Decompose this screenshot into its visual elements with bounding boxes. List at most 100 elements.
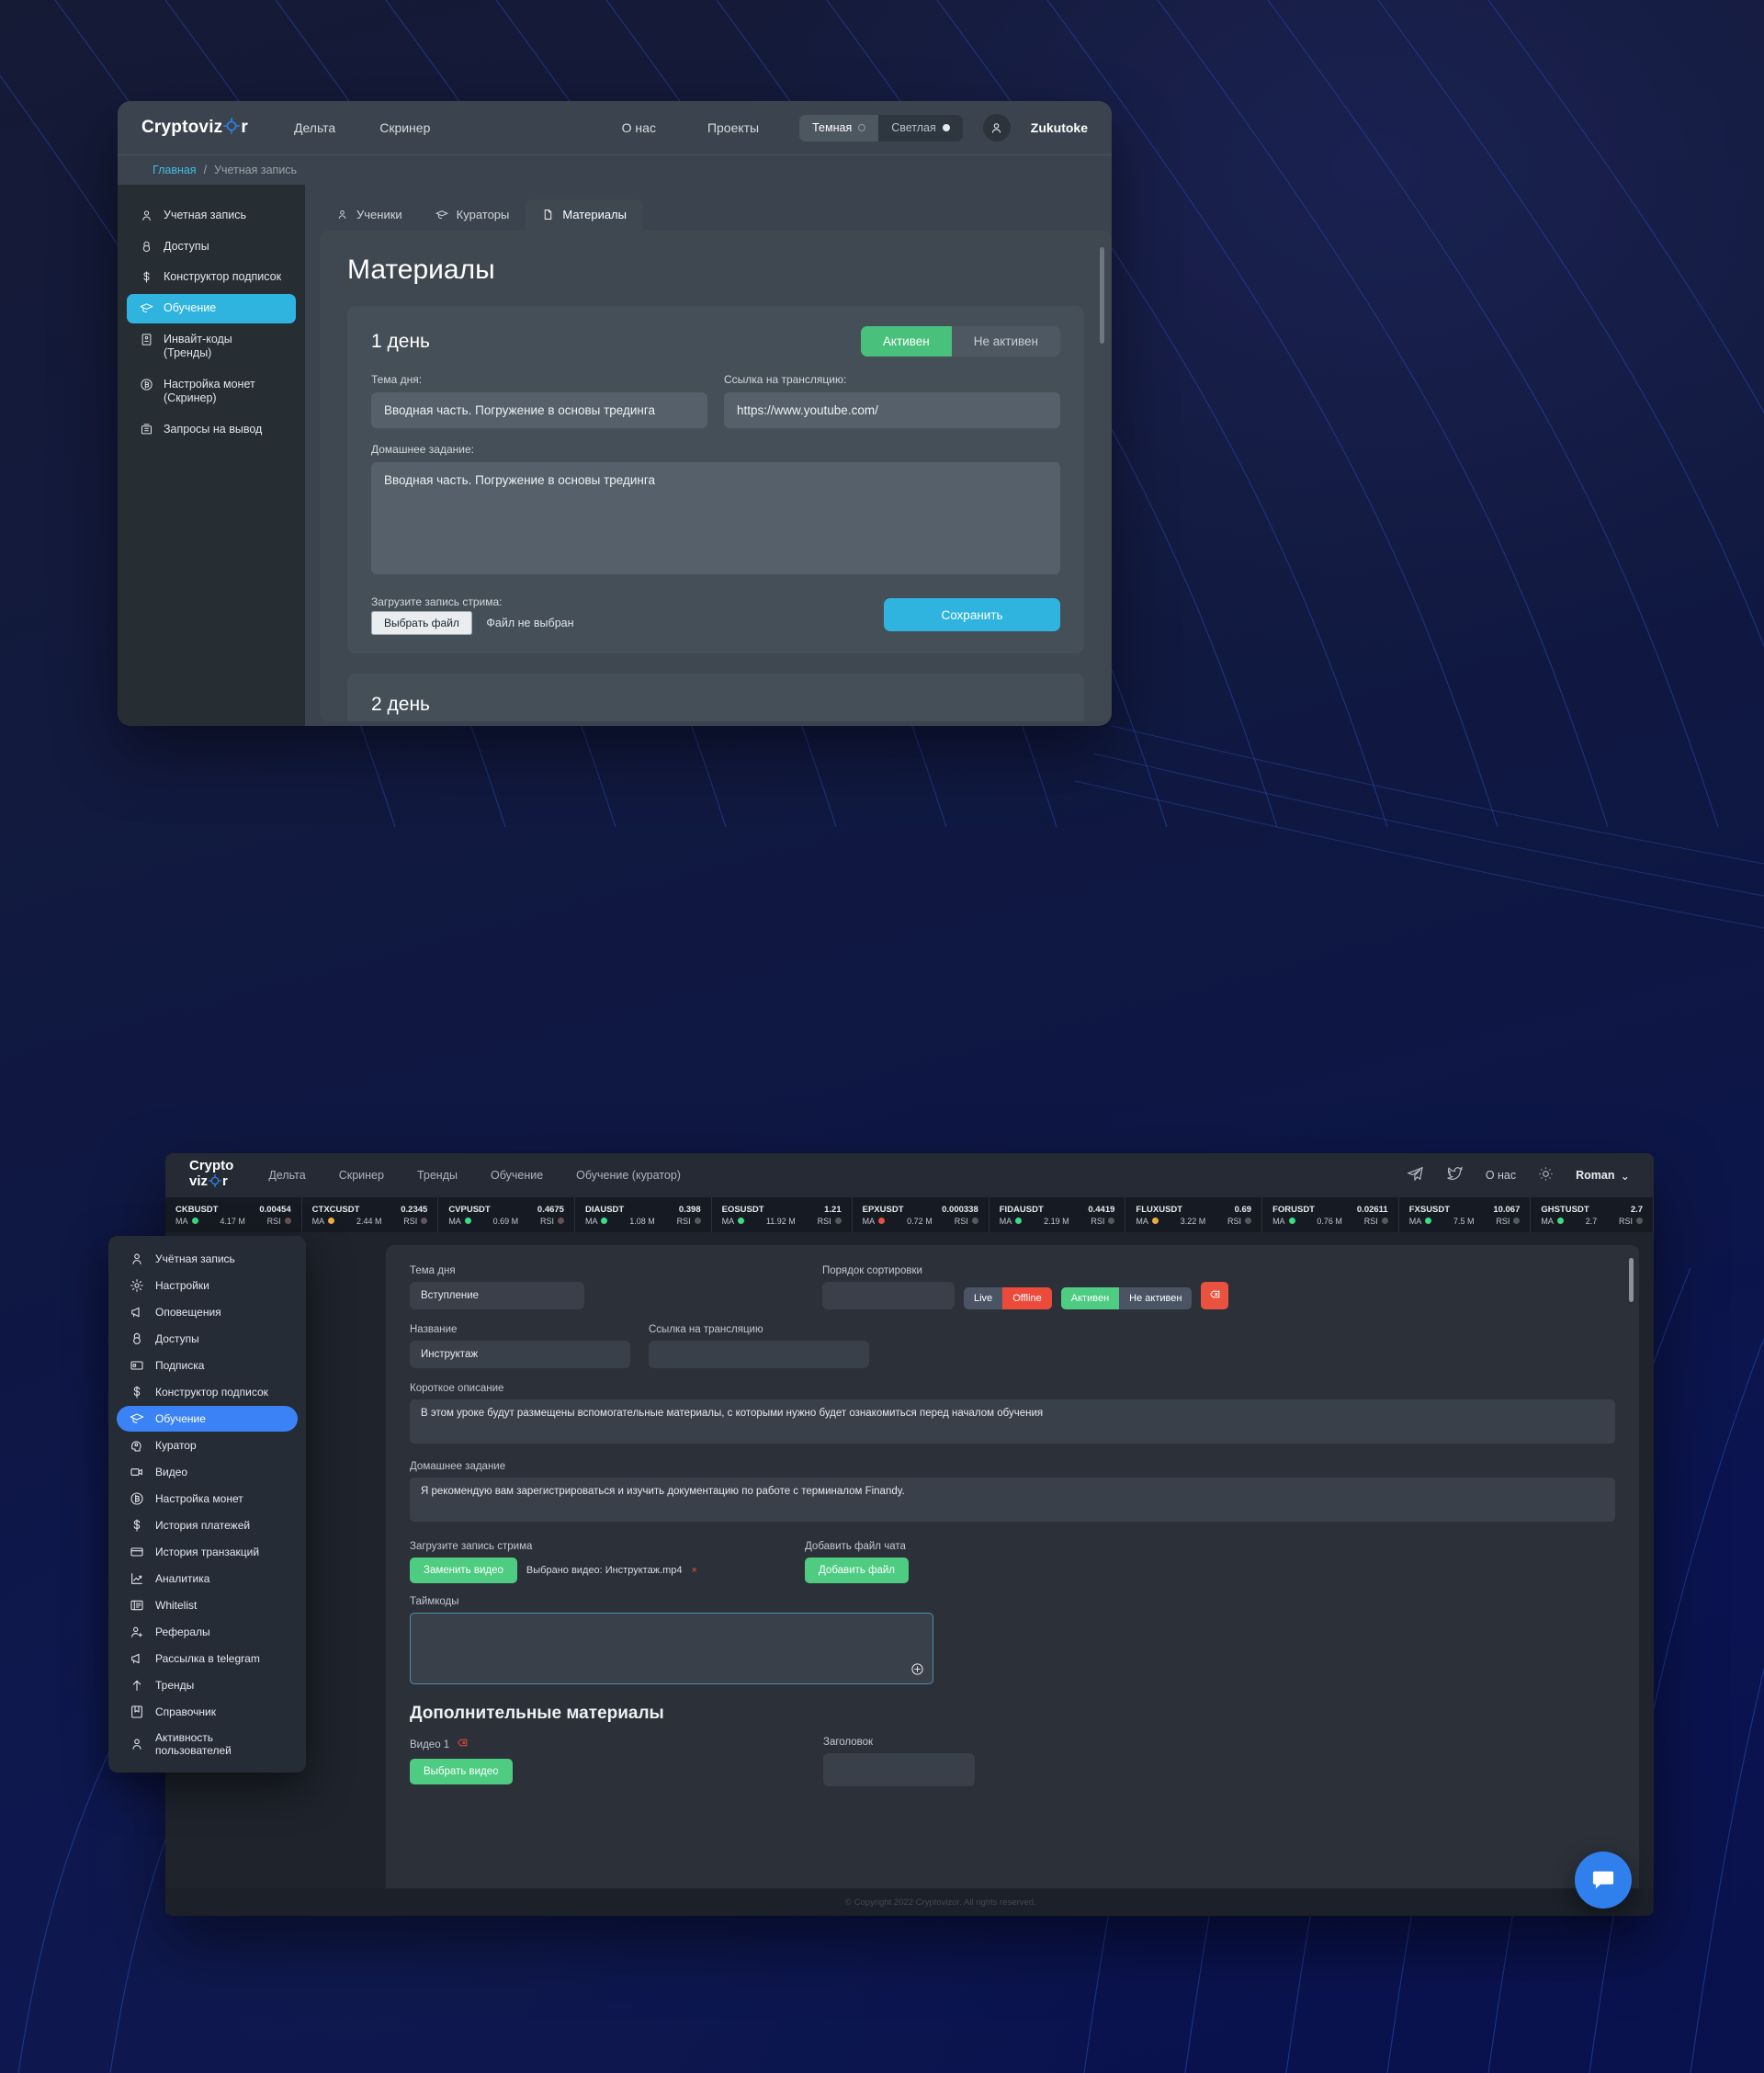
offline-button[interactable]: Offline <box>1002 1287 1052 1309</box>
tab-curators[interactable]: Кураторы <box>419 199 526 231</box>
ticker-item-9[interactable]: FORUSDT 0.02611 MA 0.76 M RSI <box>1262 1197 1399 1232</box>
ticker-volume: 3.22 M <box>1180 1216 1206 1226</box>
window2-nav-item-4[interactable]: Обучение <box>491 1169 543 1182</box>
panel-scrollbar[interactable] <box>1100 247 1104 344</box>
window2-sidebar-item-5[interactable]: Подписка <box>117 1353 298 1378</box>
day-1-status-inactive[interactable]: Не активен <box>951 326 1060 357</box>
nav-item-projects[interactable]: Проекты <box>707 120 759 135</box>
chat-widget-button[interactable] <box>1575 1852 1632 1909</box>
window2-nav-item-1[interactable]: Дельта <box>268 1169 305 1182</box>
ticker-item-10[interactable]: FXSUSDT 10.067 MA 7.5 M RSI <box>1399 1197 1532 1232</box>
theme-switch[interactable]: Темная Светлая <box>799 114 963 142</box>
window2-sidebar-item-7[interactable]: Обучение <box>117 1406 298 1432</box>
sidebar-item-1[interactable]: Учетная запись <box>127 201 296 231</box>
username-label[interactable]: Zukutoke <box>1031 120 1088 135</box>
window2-sidebar-item-12[interactable]: История транзакций <box>117 1539 298 1565</box>
video1-delete-icon[interactable] <box>457 1737 469 1753</box>
logo-cryptovizor[interactable]: Cryptoviz r <box>141 116 248 140</box>
sidebar-item-5[interactable]: Инвайт-коды (Тренды) <box>127 325 296 368</box>
telegram-icon[interactable] <box>1407 1165 1424 1185</box>
dollar-icon <box>143 271 150 283</box>
window2-sidebar-item-18[interactable]: Справочник <box>117 1699 298 1725</box>
window2-sidebar-item-3[interactable]: Оповещения <box>117 1299 298 1325</box>
window2-nav-item-2[interactable]: Скринер <box>339 1169 384 1182</box>
short-description-textarea[interactable]: В этом уроке будут размещены вспомогател… <box>410 1399 1615 1444</box>
ticker-item-2[interactable]: CTXCUSDT 0.2345 MA 2.44 M RSI <box>302 1197 439 1232</box>
window2-sidebar-item-15[interactable]: Рефералы <box>117 1619 298 1645</box>
panel2-scrollbar[interactable] <box>1629 1258 1634 1302</box>
sidebar-item-7[interactable]: Запросы на вывод <box>127 415 296 445</box>
ticker-item-8[interactable]: FLUXUSDT 0.69 MA 3.22 M RSI <box>1125 1197 1263 1232</box>
ticker-item-6[interactable]: EPXUSDT 0.000338 MA 0.72 M RSI <box>853 1197 989 1232</box>
replace-video-button[interactable]: Заменить видео <box>410 1558 517 1583</box>
window2-sidebar-item-19[interactable]: Активность пользователей <box>117 1726 298 1762</box>
window2-sidebar-item-14[interactable]: Whitelist <box>117 1592 298 1618</box>
window2-sidebar-item-6[interactable]: Конструктор подписок <box>117 1379 298 1405</box>
sort-order-input[interactable] <box>822 1282 955 1309</box>
day-1-stream-input[interactable] <box>724 392 1060 428</box>
tab-materials[interactable]: Материалы <box>526 199 643 231</box>
status-active-button[interactable]: Активен <box>1060 1287 1120 1309</box>
nav-item-about[interactable]: О нас <box>622 120 656 135</box>
ticker-item-4[interactable]: DIAUSDT 0.398 MA 1.08 M RSI <box>575 1197 712 1232</box>
active-status-switch[interactable]: Активен Не активен <box>1060 1287 1193 1309</box>
window2-sidebar-item-2[interactable]: Настройки <box>117 1273 298 1298</box>
day-1-choose-file-button[interactable]: Выбрать файл <box>371 611 472 635</box>
breadcrumb-home[interactable]: Главная <box>153 164 197 176</box>
ticker-item-3[interactable]: CVPUSDT 0.4675 MA 0.69 M RSI <box>438 1197 575 1232</box>
gear-icon <box>130 1279 143 1292</box>
ticker-item-7[interactable]: FIDAUSDT 0.4419 MA 2.19 M RSI <box>989 1197 1126 1232</box>
stream-link-input[interactable] <box>649 1341 869 1368</box>
window2-nav-item-5[interactable]: Обучение (куратор) <box>576 1169 681 1182</box>
sidebar-item-4[interactable]: Обучение <box>127 293 296 323</box>
timecode-add-icon[interactable] <box>910 1662 924 1681</box>
window2-sidebar-item-17[interactable]: Тренды <box>117 1672 298 1698</box>
about-link-2[interactable]: О нас <box>1486 1169 1516 1182</box>
day-1-status-active[interactable]: Активен <box>860 326 952 357</box>
heading-input[interactable] <box>823 1753 975 1786</box>
day-1-homework-textarea[interactable]: Вводная часть. Погружение в основы треди… <box>371 462 1060 574</box>
window2-sidebar-item-10[interactable]: Настройка монет <box>117 1486 298 1512</box>
nav-item-delta[interactable]: Дельта <box>294 120 335 135</box>
avatar[interactable] <box>982 114 1011 142</box>
homework-textarea-2[interactable]: Я рекомендую вам зарегистрироваться и из… <box>410 1478 1615 1522</box>
window2-sidebar-item-4[interactable]: Доступы <box>117 1326 298 1352</box>
theme-day-input[interactable] <box>410 1282 584 1309</box>
delete-lesson-button[interactable] <box>1201 1282 1229 1309</box>
dollar-icon <box>133 1519 141 1532</box>
window2-sidebar-item-9[interactable]: Видео <box>117 1459 298 1485</box>
logo-cryptovizor-2[interactable]: Crypto viz r <box>189 1159 233 1191</box>
nav-item-screener[interactable]: Скринер <box>379 120 430 135</box>
window2-nav-item-3[interactable]: Тренды <box>417 1169 458 1182</box>
status-inactive-button[interactable]: Не активен <box>1119 1287 1193 1309</box>
chevron-down-icon[interactable]: ⌄ <box>1621 1169 1630 1183</box>
username-label-2[interactable]: Roman <box>1576 1169 1614 1182</box>
window2-sidebar-item-13[interactable]: Аналитика <box>117 1566 298 1592</box>
day-1-theme-input[interactable] <box>371 392 707 428</box>
sidebar-item-6[interactable]: Настройка монет (Скринер) <box>127 370 296 413</box>
window2-sidebar-item-11[interactable]: История платежей <box>117 1512 298 1538</box>
window2-sidebar-item-16[interactable]: Рассылка в telegram <box>117 1646 298 1671</box>
live-offline-switch[interactable]: Live Offline <box>964 1287 1052 1309</box>
ticker-rsi: RSI <box>955 1217 978 1226</box>
sidebar-item-3[interactable]: Конструктор подписок <box>127 263 296 292</box>
ticker-item-1[interactable]: CKBUSDT 0.00454 MA 4.17 M RSI <box>165 1197 302 1232</box>
window2-sidebar-item-1[interactable]: Учётная запись <box>117 1246 298 1272</box>
timecodes-textarea[interactable] <box>410 1613 933 1684</box>
day-1-save-button[interactable]: Сохранить <box>884 598 1060 631</box>
sidebar-item-2[interactable]: Доступы <box>127 232 296 262</box>
day-1-status-switch[interactable]: Активен Не активен <box>860 326 1060 357</box>
live-button[interactable]: Live <box>964 1287 1003 1309</box>
choose-video-button[interactable]: Выбрать видео <box>410 1759 513 1784</box>
window2-sidebar-item-8[interactable]: Куратор <box>117 1433 298 1458</box>
theme-option-light[interactable]: Светлая <box>878 115 963 142</box>
twitter-icon[interactable] <box>1446 1165 1464 1185</box>
name-input[interactable] <box>410 1341 630 1368</box>
ticker-item-5[interactable]: EOSUSDT 1.21 MA 11.92 M RSI <box>712 1197 853 1232</box>
remove-video-icon[interactable]: × <box>692 1565 697 1576</box>
sun-icon[interactable] <box>1538 1166 1554 1184</box>
theme-option-dark[interactable]: Темная <box>799 114 879 142</box>
add-file-button[interactable]: Добавить файл <box>805 1558 910 1583</box>
tab-students[interactable]: Ученики <box>320 199 419 231</box>
ticker-item-11[interactable]: GHSTUSDT 2.7 MA 2.7 RSI <box>1531 1197 1654 1232</box>
